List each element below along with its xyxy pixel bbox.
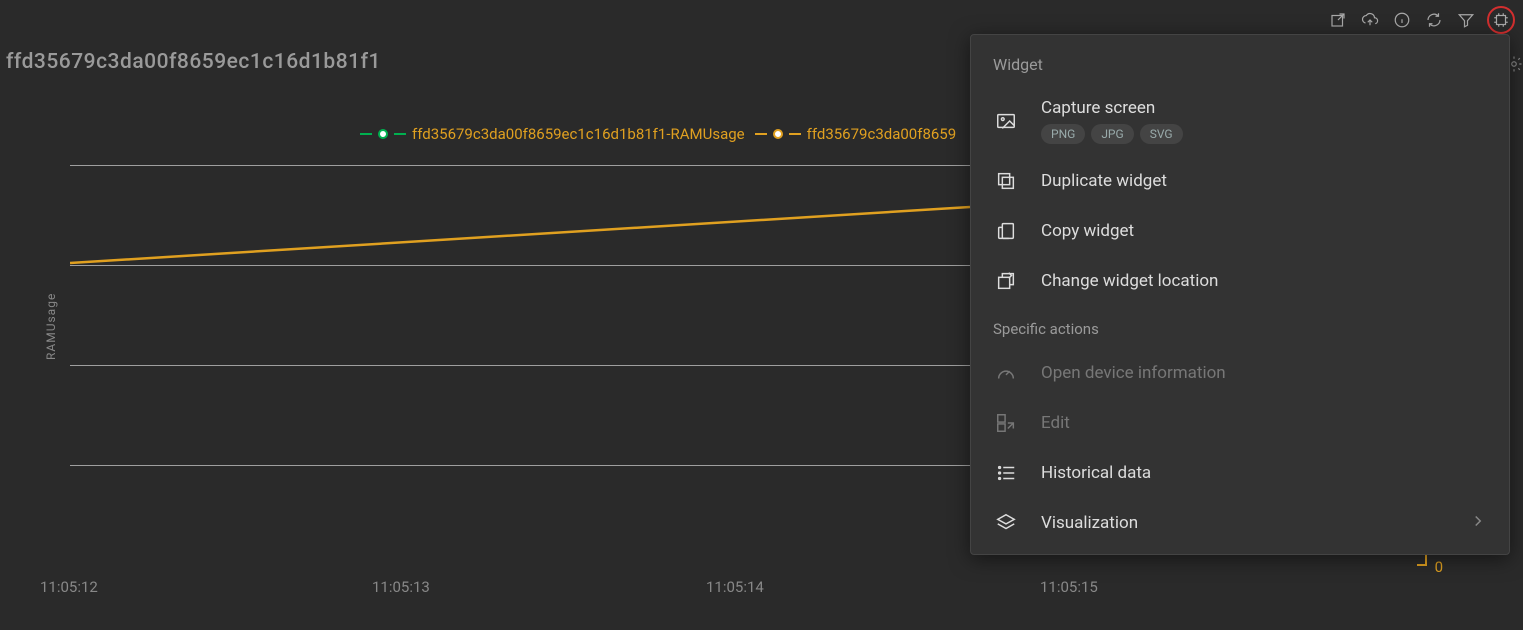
edit-layout-icon bbox=[993, 410, 1019, 436]
legend-line-2b-icon bbox=[789, 133, 801, 135]
menu-open-device-label: Open device information bbox=[1041, 363, 1487, 383]
legend-marker-2-icon bbox=[773, 129, 783, 139]
panel-title: ffd35679c3da00f8659ec1c16d1b81f1 bbox=[6, 50, 381, 74]
menu-section-widget: Widget bbox=[971, 51, 1509, 86]
menu-historical-data[interactable]: Historical data bbox=[971, 448, 1509, 498]
x-tick-2: 11:05:14 bbox=[706, 578, 764, 596]
widget-toolbar bbox=[1327, 6, 1515, 34]
share-icon[interactable] bbox=[1327, 9, 1349, 31]
legend-label-1[interactable]: ffd35679c3da00f8659ec1c16d1b81f1-RAMUsag… bbox=[412, 125, 745, 143]
menu-edit-label: Edit bbox=[1041, 413, 1487, 433]
info-icon[interactable] bbox=[1391, 9, 1413, 31]
widget-menu-icon[interactable] bbox=[1487, 6, 1515, 34]
legend-label-2[interactable]: ffd35679c3da00f8659 bbox=[807, 125, 957, 143]
menu-capture-screen[interactable]: Capture screen PNG JPG SVG bbox=[971, 86, 1509, 156]
menu-change-location-label: Change widget location bbox=[1041, 271, 1487, 291]
filter-icon[interactable] bbox=[1455, 9, 1477, 31]
copy-icon bbox=[993, 218, 1019, 244]
menu-open-device-info: Open device information bbox=[971, 348, 1509, 398]
right-axis-value: 0 bbox=[1435, 558, 1443, 576]
badge-jpg[interactable]: JPG bbox=[1091, 124, 1133, 144]
legend-line-1-icon bbox=[360, 133, 372, 135]
move-icon bbox=[993, 268, 1019, 294]
menu-capture-label: Capture screen bbox=[1041, 98, 1487, 118]
menu-edit: Edit bbox=[971, 398, 1509, 448]
menu-visualization[interactable]: Visualization bbox=[971, 498, 1509, 548]
duplicate-icon bbox=[993, 168, 1019, 194]
gauge-icon bbox=[993, 360, 1019, 386]
x-tick-1: 11:05:13 bbox=[372, 578, 430, 596]
menu-duplicate-label: Duplicate widget bbox=[1041, 171, 1487, 191]
menu-section-specific: Specific actions bbox=[971, 306, 1509, 348]
widget-context-menu: Widget Capture screen PNG JPG SVG Duplic… bbox=[970, 34, 1510, 555]
badge-png[interactable]: PNG bbox=[1041, 124, 1085, 144]
menu-copy-widget[interactable]: Copy widget bbox=[971, 206, 1509, 256]
x-tick-3: 11:05:15 bbox=[1040, 578, 1098, 596]
chevron-right-icon bbox=[1469, 512, 1487, 535]
layers-icon bbox=[993, 510, 1019, 536]
menu-copy-label: Copy widget bbox=[1041, 221, 1487, 241]
x-tick-0: 11:05:12 bbox=[40, 578, 98, 596]
menu-historical-label: Historical data bbox=[1041, 463, 1487, 483]
menu-change-location[interactable]: Change widget location bbox=[971, 256, 1509, 306]
list-icon bbox=[993, 460, 1019, 486]
legend-line-1b-icon bbox=[394, 133, 406, 135]
legend-line-2-icon bbox=[755, 133, 767, 135]
refresh-icon[interactable] bbox=[1423, 9, 1445, 31]
menu-duplicate-widget[interactable]: Duplicate widget bbox=[971, 156, 1509, 206]
legend-marker-1-icon bbox=[378, 129, 388, 139]
chart-series-line bbox=[70, 205, 970, 265]
menu-visualization-label: Visualization bbox=[1041, 513, 1447, 533]
chart-legend: ffd35679c3da00f8659ec1c16d1b81f1-RAMUsag… bbox=[360, 125, 956, 143]
badge-svg[interactable]: SVG bbox=[1140, 124, 1183, 144]
y-axis-label: RAMUsage bbox=[44, 293, 58, 360]
upload-cloud-icon[interactable] bbox=[1359, 9, 1381, 31]
image-icon bbox=[993, 108, 1019, 134]
